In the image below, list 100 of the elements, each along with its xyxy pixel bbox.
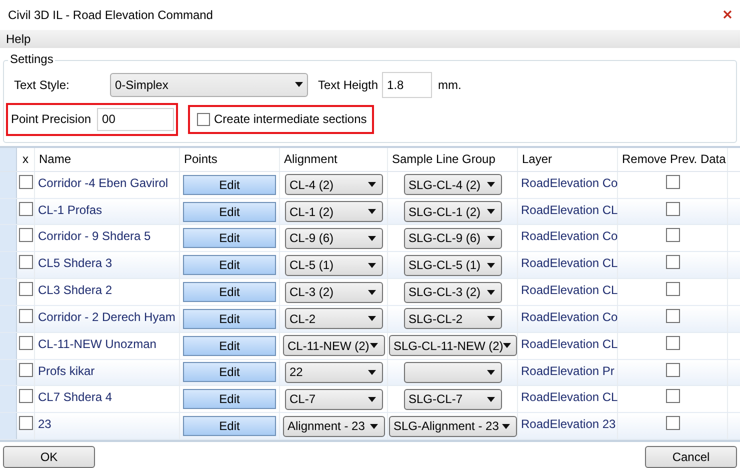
caret-icon — [368, 370, 376, 375]
checkbox[interactable] — [18, 282, 32, 296]
dropdown[interactable]: SLG-CL-5 (1) — [404, 254, 502, 276]
table-cell: RoadElevation CL — [521, 256, 618, 270]
checkbox[interactable] — [18, 389, 32, 404]
edit-button[interactable]: Edit — [183, 255, 276, 276]
checkbox[interactable] — [18, 362, 32, 377]
table-cell: Corridor - 9 Shdera 5 — [38, 229, 151, 244]
checkbox[interactable] — [666, 336, 680, 350]
edit-button[interactable]: Edit — [183, 336, 276, 356]
table-cell: CL5 Shdera 3 — [38, 256, 112, 270]
table-cell: RoadElevation CL — [521, 283, 618, 298]
checkbox[interactable] — [666, 255, 680, 270]
caret-icon — [368, 396, 376, 402]
table-cell: RoadElevation Co — [521, 176, 618, 190]
field-label: Text Style: — [14, 76, 70, 94]
edit-button[interactable]: Edit — [183, 228, 276, 248]
dialog-button[interactable]: Cancel — [645, 446, 737, 468]
table-cell: RoadElevation Co — [521, 229, 618, 244]
caret-icon — [370, 424, 378, 429]
edit-button[interactable]: Edit — [183, 202, 276, 222]
dropdown[interactable]: 22 — [284, 362, 382, 383]
dropdown[interactable]: SLG-CL-1 (2) — [404, 201, 502, 222]
checkbox[interactable] — [197, 112, 210, 126]
dropdown[interactable]: CL-7 — [284, 388, 382, 410]
checkbox[interactable] — [18, 308, 32, 323]
edit-button[interactable]: Edit — [183, 389, 276, 410]
column-header[interactable]: Layer — [522, 150, 552, 168]
edit-button[interactable]: Edit — [183, 362, 276, 382]
dropdown[interactable]: SLG-CL-2 — [404, 308, 502, 330]
dropdown[interactable]: SLG-CL-9 (6) — [404, 228, 502, 249]
table-cell: Profs kikar — [38, 364, 95, 378]
dropdown[interactable]: CL-11-NEW (2) — [282, 335, 384, 356]
dropdown[interactable]: CL-1 (2) — [284, 201, 382, 222]
table-cell: RoadElevation CL — [521, 336, 618, 351]
column-header[interactable]: Sample Line Group — [392, 150, 496, 168]
field-label: Text Heigth — [318, 76, 378, 94]
caret-icon — [486, 290, 494, 294]
column-header[interactable]: Points — [184, 150, 218, 168]
text-style-dropdown[interactable]: 0-Simplex — [110, 72, 308, 97]
caret-icon — [368, 316, 376, 322]
checkbox[interactable] — [666, 362, 680, 377]
column-header[interactable]: Remove Prev. Data — [622, 150, 726, 168]
table-cell: 23 — [38, 417, 52, 432]
table-cell: RoadElevation 23 — [521, 417, 616, 432]
menu-item[interactable]: Help — [6, 30, 31, 48]
text-height-field[interactable]: 1.8 — [382, 72, 432, 98]
checkbox[interactable] — [666, 174, 680, 189]
checkbox[interactable] — [18, 174, 32, 189]
checkbox[interactable] — [18, 336, 32, 350]
caret-icon — [486, 182, 494, 188]
edit-button[interactable]: Edit — [183, 308, 276, 329]
table-cell: CL-11-NEW Unozman — [38, 336, 156, 351]
dropdown[interactable]: CL-2 — [284, 308, 382, 330]
caret-icon — [503, 343, 512, 348]
table-cell: CL-1 Profas — [38, 202, 102, 217]
checkbox[interactable] — [666, 416, 680, 430]
dropdown[interactable]: CL-3 (2) — [284, 282, 382, 302]
dropdown[interactable]: SLG-CL-11-NEW (2) — [388, 335, 516, 356]
dropdown[interactable]: CL-4 (2) — [284, 174, 382, 196]
field-label: Point Precision — [11, 111, 92, 128]
caret-icon — [486, 370, 494, 375]
column-header[interactable]: x — [22, 150, 28, 168]
caret-icon — [368, 262, 376, 268]
checkbox[interactable] — [666, 202, 680, 216]
column-header[interactable]: Name — [39, 150, 72, 168]
dropdown[interactable]: SLG-CL-4 (2) — [404, 174, 502, 196]
caret-icon — [486, 209, 494, 214]
dropdown[interactable]: SLG-Alignment - 23 — [388, 416, 516, 437]
dropdown[interactable] — [404, 362, 502, 383]
dropdown[interactable]: SLG-CL-3 (2) — [404, 282, 502, 302]
checkbox[interactable] — [18, 255, 32, 270]
table-cell: RoadElevation CL — [521, 390, 618, 404]
checkbox-label: Create intermediate sections — [214, 111, 367, 128]
edit-button[interactable]: Edit — [183, 416, 276, 436]
dropdown[interactable]: SLG-CL-7 — [404, 388, 502, 410]
caret-icon — [370, 343, 378, 348]
dropdown[interactable]: CL-5 (1) — [284, 254, 382, 276]
caret-icon — [368, 182, 376, 188]
column-header[interactable]: Alignment — [284, 150, 338, 168]
caret-icon — [486, 262, 494, 268]
point-precision-field[interactable]: 00 — [97, 108, 174, 131]
close-icon[interactable] — [723, 10, 732, 20]
checkbox[interactable] — [666, 282, 680, 296]
caret-icon — [486, 236, 494, 241]
checkbox[interactable] — [666, 389, 680, 404]
checkbox[interactable] — [666, 228, 680, 242]
checkbox[interactable] — [18, 228, 32, 242]
dialog-button[interactable]: OK — [3, 446, 95, 468]
checkbox[interactable] — [18, 202, 32, 216]
table-cell: CL3 Shdera 2 — [38, 283, 112, 298]
dropdown[interactable]: CL-9 (6) — [284, 228, 382, 249]
caret-icon — [368, 236, 376, 241]
edit-button[interactable]: Edit — [183, 282, 276, 302]
caret-icon — [486, 396, 494, 402]
checkbox[interactable] — [18, 416, 32, 430]
edit-button[interactable]: Edit — [183, 174, 276, 195]
caret-icon — [502, 424, 510, 429]
dropdown[interactable]: Alignment - 23 — [282, 416, 384, 437]
checkbox[interactable] — [666, 308, 680, 323]
